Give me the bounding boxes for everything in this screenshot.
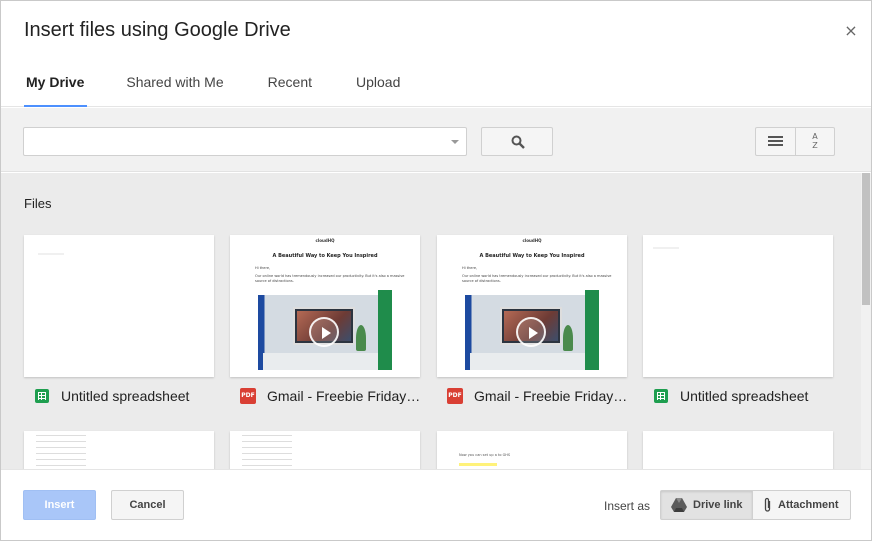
chevron-down-icon[interactable] [451, 140, 459, 144]
email-brand: cloudHQ [315, 238, 335, 243]
tab-bar: My Drive Shared with Me Recent Upload [24, 67, 444, 107]
search-icon [511, 135, 525, 149]
file-name: Untitled spreadsheet [61, 388, 190, 404]
file-card-untitled-spreadsheet-1[interactable] [24, 235, 214, 377]
file-label[interactable]: PDF Gmail - Freebie Friday ... [230, 385, 421, 407]
tab-shared-with-me[interactable]: Shared with Me [126, 67, 223, 107]
list-view-button[interactable] [756, 128, 795, 155]
file-thumbnail [643, 235, 833, 377]
file-card-row2-4[interactable] [643, 431, 833, 469]
spreadsheet-icon [654, 389, 668, 403]
sort-az-icon: A Z [808, 132, 822, 150]
file-browser: Files cloudHQ A Beautiful Way to Keep Yo… [1, 173, 861, 469]
file-thumbnail: cloudHQ A Beautiful Way to Keep You Insp… [437, 235, 627, 377]
play-icon [516, 317, 546, 347]
file-thumbnail [24, 235, 214, 377]
drive-link-button[interactable]: Drive link [661, 491, 752, 519]
search-input[interactable] [24, 128, 434, 155]
file-label[interactable]: PDF Gmail - Freebie Friday ... [437, 385, 628, 407]
files-section-title: Files [24, 196, 52, 211]
email-headline: A Beautiful Way to Keep You Inspired [479, 253, 585, 259]
search-toolbar: A Z [1, 108, 871, 172]
file-label[interactable]: Untitled spreadsheet [643, 385, 834, 407]
scroll-thumb[interactable] [862, 173, 870, 305]
tab-recent[interactable]: Recent [268, 67, 312, 107]
sort-glyph-bottom: Z [812, 141, 818, 150]
insert-as-label: Insert as [604, 499, 651, 513]
file-name: Gmail - Freebie Friday ... [267, 388, 421, 404]
email-brand: cloudHQ [522, 238, 542, 243]
email-greeting: Hi there, [462, 266, 478, 270]
file-label[interactable]: Untitled spreadsheet [24, 385, 215, 407]
paperclip-icon [764, 497, 771, 512]
email-greeting: Hi there, [255, 266, 271, 270]
insert-files-dialog: Insert files using Google Drive × My Dri… [0, 0, 872, 541]
file-snippet: Now you can set up a to GHS [459, 453, 511, 457]
attachment-button[interactable]: Attachment [752, 491, 850, 519]
search-field[interactable] [23, 127, 467, 156]
dialog-footer: Insert Cancel Insert as Drive link Attac… [1, 469, 871, 540]
insert-button[interactable]: Insert [23, 490, 96, 520]
dialog-title: Insert files using Google Drive [24, 19, 291, 41]
file-name: Untitled spreadsheet [680, 388, 809, 404]
view-options: A Z [755, 127, 835, 156]
pdf-icon: PDF [240, 388, 256, 404]
cancel-button[interactable]: Cancel [111, 490, 184, 520]
google-drive-icon [671, 498, 687, 512]
tab-upload[interactable]: Upload [356, 67, 400, 107]
pdf-icon: PDF [447, 388, 463, 404]
email-photo [258, 290, 392, 370]
email-body: Our online world has tremendously increa… [255, 274, 405, 283]
email-photo [465, 290, 599, 370]
file-card-row2-2[interactable] [230, 431, 420, 469]
drive-link-label: Drive link [693, 499, 743, 511]
play-icon [309, 317, 339, 347]
sort-button[interactable]: A Z [794, 128, 834, 155]
search-button[interactable] [481, 127, 553, 156]
file-thumbnail: cloudHQ A Beautiful Way to Keep You Insp… [230, 235, 420, 377]
close-icon[interactable]: × [843, 21, 859, 40]
file-card-gmail-freebie-1[interactable]: cloudHQ A Beautiful Way to Keep You Insp… [230, 235, 420, 377]
list-view-icon [768, 136, 783, 146]
sort-glyph-top: A [812, 132, 818, 141]
tab-my-drive[interactable]: My Drive [24, 67, 88, 107]
email-headline: A Beautiful Way to Keep You Inspired [272, 253, 378, 259]
insert-mode-toggle: Drive link Attachment [660, 490, 851, 520]
file-card-row2-3[interactable]: Now you can set up a to GHS [437, 431, 627, 469]
file-name: Gmail - Freebie Friday ... [474, 388, 628, 404]
email-body: Our online world has tremendously increa… [462, 274, 612, 283]
file-card-row2-1[interactable] [24, 431, 214, 469]
scrollbar[interactable] [861, 173, 871, 469]
spreadsheet-icon [35, 389, 49, 403]
file-card-untitled-spreadsheet-2[interactable] [643, 235, 833, 377]
dialog-header: Insert files using Google Drive × My Dri… [1, 1, 871, 107]
attachment-label: Attachment [778, 499, 839, 511]
file-card-gmail-freebie-2[interactable]: cloudHQ A Beautiful Way to Keep You Insp… [437, 235, 627, 377]
